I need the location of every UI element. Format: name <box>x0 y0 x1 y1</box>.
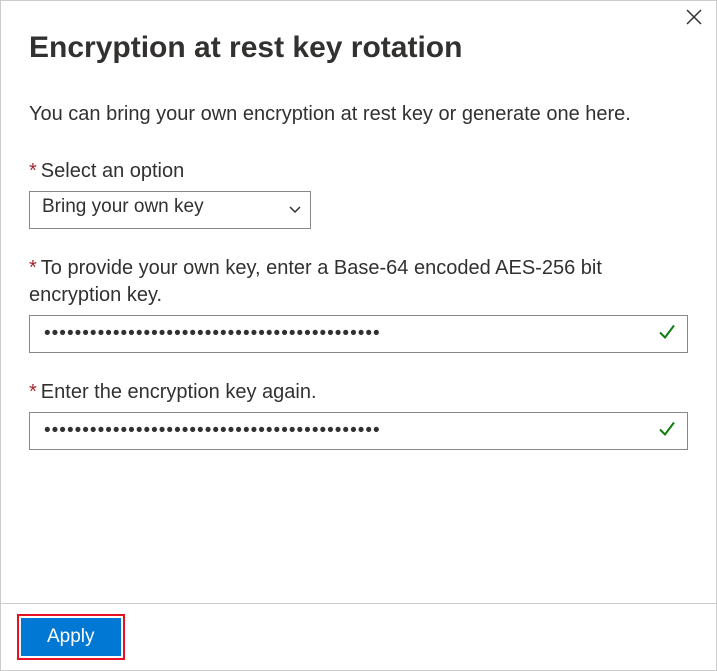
apply-button[interactable]: Apply <box>21 618 121 656</box>
dialog-content: Encryption at rest key rotation You can … <box>1 1 716 603</box>
key-input-wrapper <box>29 315 688 353</box>
key-confirm-field-group: *Enter the encryption key again. <box>29 379 688 450</box>
dialog-title: Encryption at rest key rotation <box>29 31 688 65</box>
close-button[interactable] <box>682 7 706 31</box>
option-label-text: Select an option <box>41 160 184 182</box>
key-field-group: *To provide your own key, enter a Base-6… <box>29 255 688 353</box>
option-select-wrapper: Bring your own key <box>29 191 311 229</box>
option-label: *Select an option <box>29 158 688 185</box>
key-confirm-label: *Enter the encryption key again. <box>29 379 688 406</box>
key-confirm-label-text: Enter the encryption key again. <box>41 381 317 403</box>
dialog-footer: Apply <box>1 603 716 670</box>
required-marker: * <box>29 381 37 403</box>
key-confirm-input-wrapper <box>29 412 688 450</box>
checkmark-icon <box>658 420 676 443</box>
required-marker: * <box>29 257 37 279</box>
option-select[interactable]: Bring your own key <box>29 191 311 229</box>
encryption-key-confirm-input[interactable] <box>29 412 688 450</box>
close-icon <box>686 9 702 30</box>
dialog-description: You can bring your own encryption at res… <box>29 101 688 128</box>
key-label-text: To provide your own key, enter a Base-64… <box>29 257 602 306</box>
key-rotation-dialog: Encryption at rest key rotation You can … <box>0 0 717 671</box>
encryption-key-input[interactable] <box>29 315 688 353</box>
required-marker: * <box>29 160 37 182</box>
option-field-group: *Select an option Bring your own key <box>29 158 688 229</box>
checkmark-icon <box>658 323 676 346</box>
key-label: *To provide your own key, enter a Base-6… <box>29 255 688 309</box>
